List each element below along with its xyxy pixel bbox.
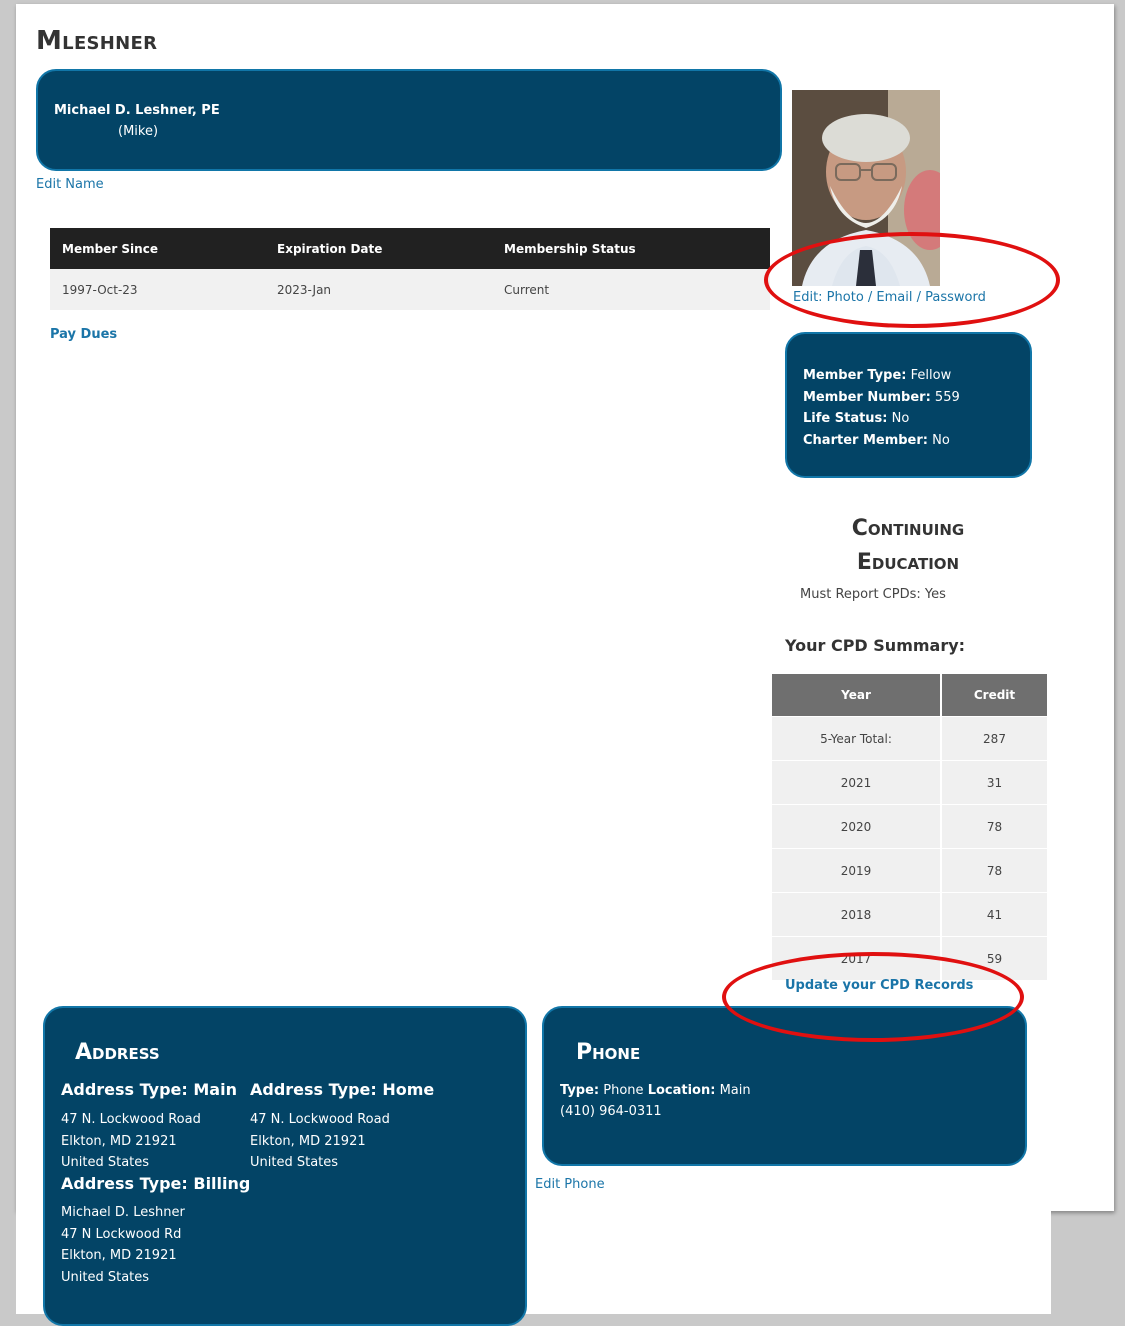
cpd-year-cell: 5-Year Total: (772, 716, 941, 761)
cpd-summary-heading: Your CPD Summary: (785, 636, 966, 655)
member-since-cell: 1997-Oct-23 (50, 269, 265, 310)
address-billing-lines: Michael D. Leshner 47 N Lockwood Rd Elkt… (61, 1205, 185, 1285)
column-header-expiration-date: Expiration Date (265, 228, 492, 269)
table-header-row: Member Since Expiration Date Membership … (50, 228, 770, 269)
cpd-credit-cell: 287 (940, 716, 1047, 761)
member-number-row: Member Number: 559 (803, 389, 960, 405)
column-header-membership-status: Membership Status (492, 228, 770, 269)
address-home-lines: 47 N. Lockwood Road Elkton, MD 21921 Uni… (250, 1112, 390, 1170)
cpd-summary-table: Year Credit 5-Year Total: 287 2021 31 2020… (772, 674, 1047, 980)
cpd-year-cell: 2020 (772, 804, 941, 849)
table-row: 2020 78 (772, 804, 1047, 849)
phone-type-line: Type: Phone Location: Main (560, 1083, 751, 1098)
member-type-row: Member Type: Fellow (803, 368, 952, 383)
cpd-credit-cell: 41 (940, 892, 1047, 937)
life-status-row: Life Status: No (803, 411, 910, 426)
table-row: 1997-Oct-23 2023-Jan Current (50, 269, 770, 310)
life-status-value: No (891, 411, 910, 426)
page-title: Mleshner (36, 26, 158, 56)
table-row: 2021 31 (772, 760, 1047, 805)
annotation-circle-update-cpd (722, 952, 1024, 1042)
cpd-year-cell: 2019 (772, 848, 941, 893)
table-row: 2018 41 (772, 892, 1047, 937)
phone-heading: Phone (576, 1040, 641, 1065)
annotation-circle-photo-edit (764, 232, 1060, 328)
edit-name-link[interactable]: Edit Name (36, 177, 104, 192)
member-number-value: 559 (934, 389, 960, 405)
table-row: 5-Year Total: 287 (772, 716, 1047, 761)
cpd-credit-cell: 78 (940, 804, 1047, 849)
cpd-credit-cell: 31 (940, 760, 1047, 805)
name-card: Michael D. Leshner, PE (Mike) (36, 69, 782, 171)
membership-status-cell: Current (492, 269, 770, 310)
member-info-card: Member Type: Fellow Member Number: 559 L… (785, 332, 1032, 478)
table-row: 2019 78 (772, 848, 1047, 893)
column-header-credit: Credit (940, 674, 1047, 717)
column-header-year: Year (772, 674, 941, 717)
pay-dues-link[interactable]: Pay Dues (50, 327, 117, 342)
address-type-home: Address Type: Home (250, 1080, 435, 1099)
cpd-year-cell: 2018 (772, 892, 941, 937)
charter-member-value: No (932, 432, 950, 448)
column-header-member-since: Member Since (50, 228, 265, 269)
phone-number: (410) 964-0311 (560, 1104, 662, 1119)
cpd-year-cell: 2021 (772, 760, 941, 805)
address-card: Address Address Type: Main Address Type:… (43, 1006, 527, 1326)
cpd-credit-cell: 78 (940, 848, 1047, 893)
address-main-lines: 47 N. Lockwood Road Elkton, MD 21921 Uni… (61, 1112, 201, 1170)
address-heading: Address (75, 1040, 160, 1065)
edit-phone-link[interactable]: Edit Phone (535, 1177, 605, 1192)
continuing-education-heading: Continuing Education (851, 516, 965, 575)
member-full-name: Michael D. Leshner, PE (54, 103, 220, 118)
expiration-date-cell: 2023-Jan (265, 269, 492, 310)
membership-table: Member Since Expiration Date Membership … (50, 228, 770, 310)
address-type-main: Address Type: Main (61, 1080, 237, 1099)
charter-member-row: Charter Member: No (803, 432, 950, 448)
table-header-row: Year Credit (772, 674, 1047, 717)
must-report-cpds: Must Report CPDs: Yes (800, 587, 946, 602)
member-type-value: Fellow (910, 368, 952, 383)
address-type-billing: Address Type: Billing (61, 1174, 251, 1193)
member-nickname: (Mike) (118, 124, 159, 139)
